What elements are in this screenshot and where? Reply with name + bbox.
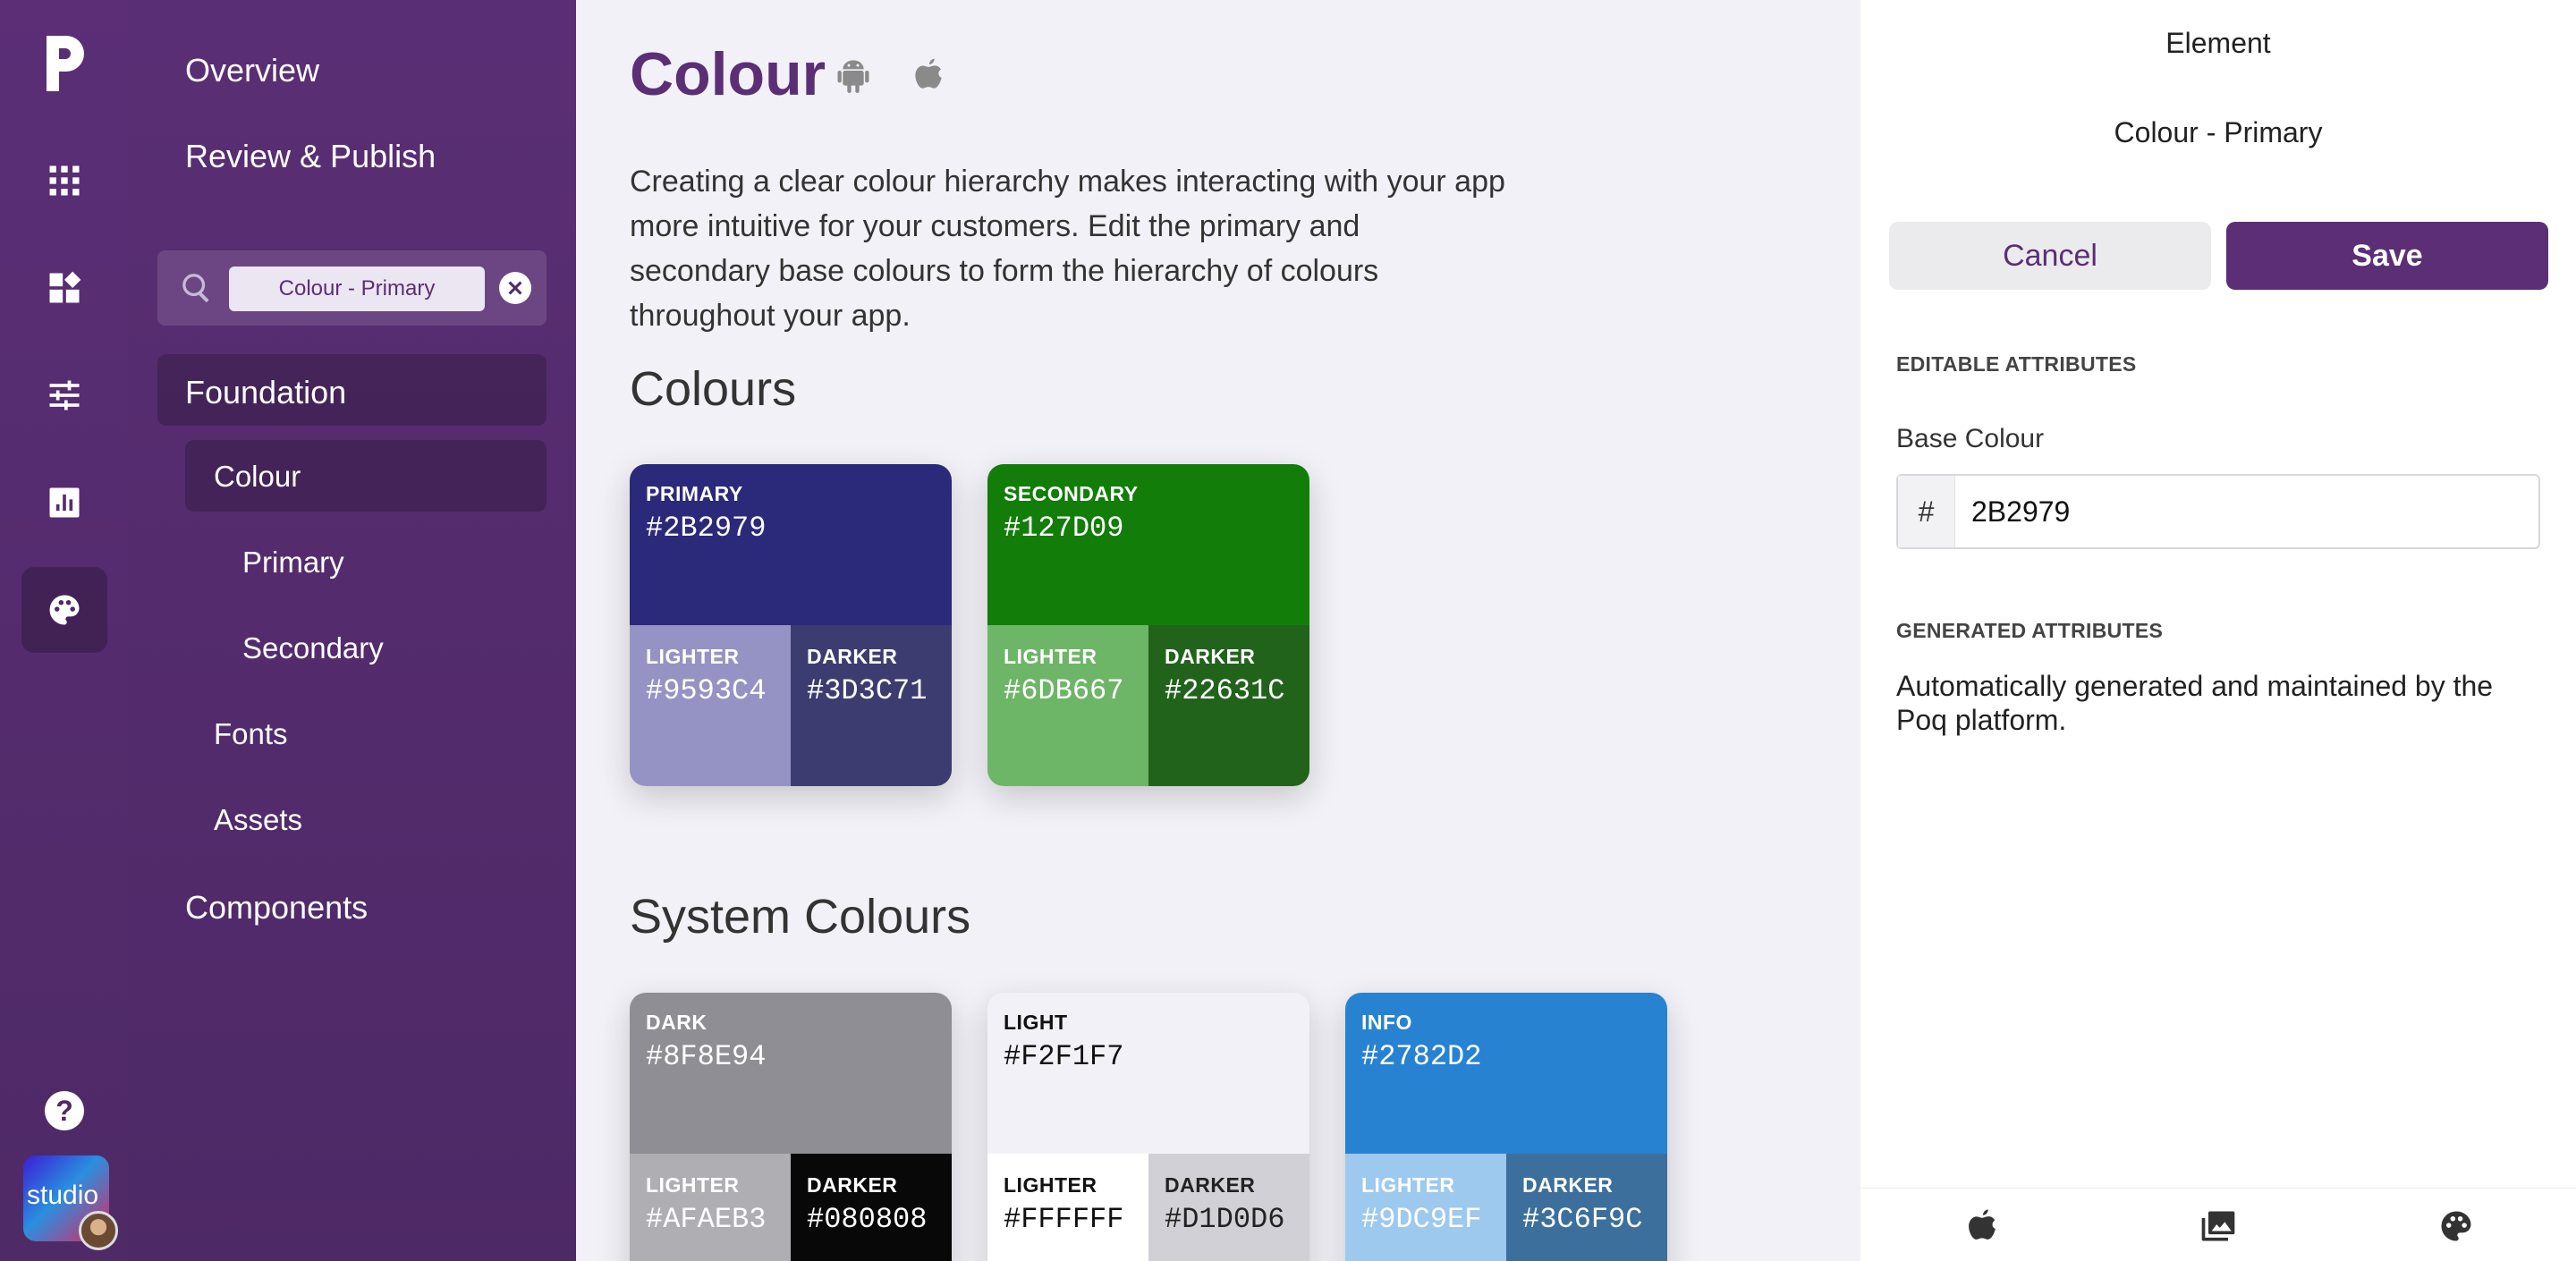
swatch-lighter-label: LIGHTER bbox=[1361, 1173, 1455, 1197]
swatch-lighter-hex: #AFAEB3 bbox=[646, 1203, 767, 1236]
swatch-base: DARK #8F8E94 bbox=[630, 993, 952, 1154]
nav-foundation[interactable]: Foundation bbox=[185, 374, 346, 411]
sliders-icon[interactable] bbox=[21, 352, 107, 438]
nav-primary[interactable]: Primary bbox=[242, 546, 344, 580]
swatch-darker-label: DARKER bbox=[807, 645, 898, 668]
swatch-lighter: LIGHTER #6DB667 bbox=[987, 625, 1148, 786]
nav-fonts[interactable]: Fonts bbox=[214, 717, 288, 751]
swatch-lighter-hex: #9DC9EF bbox=[1361, 1203, 1482, 1236]
generated-attributes-label: GENERATED ATTRIBUTES bbox=[1896, 619, 2164, 642]
studio-badge-label: studio bbox=[27, 1181, 99, 1210]
swatch-hex: #8F8E94 bbox=[646, 1040, 767, 1073]
swatch-name: SECONDARY bbox=[1004, 482, 1139, 505]
swatch-lighter-label: LIGHTER bbox=[646, 645, 740, 668]
apple-icon bbox=[915, 58, 942, 89]
swatch-hex: #127D09 bbox=[1004, 512, 1124, 545]
base-colour-label: Base Colour bbox=[1896, 424, 2045, 453]
swatch-name: PRIMARY bbox=[646, 482, 743, 505]
swatch-name: LIGHT bbox=[1004, 1011, 1068, 1034]
swatch-base: SECONDARY #127D09 bbox=[987, 464, 1309, 625]
android-icon bbox=[837, 60, 869, 93]
colour-swatch-secondary[interactable]: SECONDARY #127D09 LIGHTER #6DB667 DARKER #226… bbox=[987, 464, 1309, 786]
swatch-darker: DARKER #3D3C71 bbox=[791, 625, 952, 786]
main-content: Colour Creating a clear colour hierarchy… bbox=[576, 0, 1860, 1261]
swatch-lighter-hex: #9593C4 bbox=[646, 674, 767, 707]
swatch-lighter-hex: #6DB667 bbox=[1004, 674, 1124, 707]
swatch-base: PRIMARY #2B2979 bbox=[630, 464, 952, 625]
swatch-lighter-label: LIGHTER bbox=[646, 1173, 740, 1197]
panel-heading: Element bbox=[2165, 27, 2271, 59]
nav-secondary[interactable]: Secondary bbox=[242, 631, 384, 665]
avatar[interactable] bbox=[79, 1211, 118, 1250]
colour-swatch-dark[interactable]: DARK #8F8E94 LIGHTER #AFAEB3 DARKER #080808 bbox=[630, 993, 952, 1261]
analytics-icon[interactable] bbox=[21, 460, 107, 546]
generated-attributes-text: Automatically generated and maintained b… bbox=[1896, 670, 2494, 736]
nav-components[interactable]: Components bbox=[185, 889, 368, 927]
apple-icon[interactable] bbox=[1962, 1206, 2002, 1246]
nav-panel: Overview Review & Publish Colour - Prima… bbox=[128, 0, 576, 1261]
cancel-button[interactable]: Cancel bbox=[1889, 222, 2211, 290]
colours-heading: Colours bbox=[630, 362, 797, 416]
swatch-lighter-hex: #FFFFFF bbox=[1004, 1203, 1124, 1236]
swatch-darker-label: DARKER bbox=[1522, 1173, 1614, 1197]
save-button[interactable]: Save bbox=[2226, 222, 2548, 290]
swatch-name: DARK bbox=[646, 1011, 708, 1034]
swatch-darker: DARKER #3C6F9C bbox=[1506, 1154, 1667, 1261]
swatch-lighter: LIGHTER #9593C4 bbox=[630, 625, 791, 786]
swatch-name: INFO bbox=[1361, 1011, 1412, 1034]
swatch-lighter-label: LIGHTER bbox=[1004, 645, 1097, 668]
base-colour-field: # bbox=[1896, 474, 2540, 549]
nav-review-publish[interactable]: Review & Publish bbox=[185, 138, 436, 175]
platform-icons bbox=[835, 55, 946, 95]
swatch-lighter-label: LIGHTER bbox=[1004, 1173, 1097, 1197]
swatch-lighter: LIGHTER #AFAEB3 bbox=[630, 1154, 791, 1261]
palette-icon[interactable] bbox=[2436, 1206, 2476, 1246]
swatch-darker-label: DARKER bbox=[1165, 645, 1256, 668]
search-chip[interactable]: Colour - Primary bbox=[229, 267, 485, 311]
swatch-lighter: LIGHTER #9DC9EF bbox=[1345, 1154, 1506, 1261]
base-colour-input[interactable] bbox=[1955, 476, 2538, 547]
search-box[interactable]: Colour - Primary bbox=[157, 250, 547, 326]
swatch-base: INFO #2782D2 bbox=[1345, 993, 1667, 1154]
palette-icon[interactable] bbox=[21, 567, 107, 653]
close-icon[interactable] bbox=[499, 272, 531, 304]
search-icon bbox=[182, 274, 209, 303]
dashboard-icon[interactable] bbox=[21, 245, 107, 331]
system-colours-heading: System Colours bbox=[630, 890, 971, 944]
swatch-darker-hex: #22631C bbox=[1165, 674, 1285, 707]
hash-prefix: # bbox=[1898, 476, 1955, 547]
swatch-darker-label: DARKER bbox=[1165, 1173, 1256, 1197]
poq-logo-icon[interactable] bbox=[41, 32, 86, 95]
swatch-hex: #2782D2 bbox=[1361, 1040, 1482, 1073]
swatch-darker: DARKER #D1D0D6 bbox=[1148, 1154, 1309, 1261]
nav-colour[interactable]: Colour bbox=[214, 460, 301, 494]
swatch-darker-hex: #3D3C71 bbox=[807, 674, 928, 707]
swatch-darker-hex: #3C6F9C bbox=[1522, 1203, 1643, 1236]
panel-subheading: Colour - Primary bbox=[2114, 116, 2323, 148]
swatch-darker-hex: #080808 bbox=[807, 1203, 928, 1236]
nav-assets[interactable]: Assets bbox=[214, 803, 302, 837]
nav-overview[interactable]: Overview bbox=[185, 52, 319, 89]
swatch-hex: #2B2979 bbox=[646, 512, 767, 545]
page-title: Colour bbox=[630, 40, 826, 108]
left-rail: ? studio bbox=[0, 0, 128, 1261]
editable-attributes-label: EDITABLE ATTRIBUTES bbox=[1896, 352, 2137, 376]
colour-swatch-light[interactable]: LIGHT #F2F1F7 LIGHTER #FFFFFF DARKER #D1D0D6 bbox=[987, 993, 1309, 1261]
swatch-base: LIGHT #F2F1F7 bbox=[987, 993, 1309, 1154]
swatch-darker-hex: #D1D0D6 bbox=[1165, 1203, 1285, 1236]
panel-bottom-bar bbox=[1860, 1188, 2576, 1261]
apps-grid-icon[interactable] bbox=[21, 138, 107, 224]
colour-swatch-primary[interactable]: PRIMARY #2B2979 LIGHTER #9593C4 DARKER #3D3C7… bbox=[630, 464, 952, 786]
swatch-lighter: LIGHTER #FFFFFF bbox=[987, 1154, 1148, 1261]
swatch-darker: DARKER #22631C bbox=[1148, 625, 1309, 786]
intro-text: Creating a clear colour hierarchy makes … bbox=[630, 165, 1505, 333]
colour-swatch-info[interactable]: INFO #2782D2 LIGHTER #9DC9EF DARKER #3C6F9C bbox=[1345, 993, 1667, 1261]
swatch-darker: DARKER #080808 bbox=[791, 1154, 952, 1261]
gallery-icon[interactable] bbox=[2199, 1206, 2238, 1246]
swatch-darker-label: DARKER bbox=[807, 1173, 898, 1197]
element-panel: Element Colour - Primary Cancel Save EDI… bbox=[1860, 0, 2576, 1261]
swatch-hex: #F2F1F7 bbox=[1004, 1040, 1124, 1073]
help-icon[interactable]: ? bbox=[45, 1091, 84, 1130]
